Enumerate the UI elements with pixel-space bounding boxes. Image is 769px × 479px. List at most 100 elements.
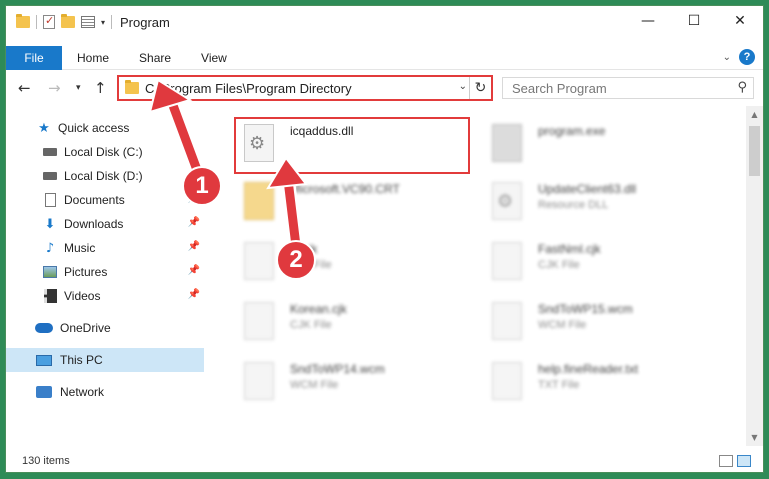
item-count: 130 items xyxy=(22,455,70,467)
pin-icon[interactable]: 📌 xyxy=(188,241,200,252)
network-icon xyxy=(34,384,54,400)
ribbon-right: ⌄ ? xyxy=(723,49,755,65)
search-placeholder: Search Program xyxy=(512,80,607,96)
file-item[interactable]: id.cjk CJK File xyxy=(230,232,470,288)
sidebar-item-label: Pictures xyxy=(64,265,108,279)
tab-home[interactable]: Home xyxy=(62,46,124,70)
sidebar-item-onedrive[interactable]: OneDrive xyxy=(6,316,204,340)
back-arrow-icon[interactable]: ← xyxy=(18,79,31,97)
sidebar-item-network[interactable]: Network xyxy=(6,380,204,404)
text-file-icon xyxy=(492,362,522,400)
tab-view[interactable]: View xyxy=(186,46,242,70)
close-button[interactable]: ✕ xyxy=(717,6,763,36)
file-name: SndToWP14.wcm xyxy=(290,362,385,376)
drive-icon xyxy=(42,144,58,160)
file-item[interactable]: SndToWP14.wcm WCM File xyxy=(230,352,470,408)
sidebar-item-label: Quick access xyxy=(58,121,130,135)
address-path: C:\Program Files\Program Directory xyxy=(145,80,352,96)
address-row: ← → ▾ ↑ C:\Program Files\Program Directo… xyxy=(6,75,763,101)
folder-icon xyxy=(244,182,274,220)
videos-icon xyxy=(42,288,58,304)
window-title: Program xyxy=(120,14,170,30)
up-arrow-icon[interactable]: ↑ xyxy=(94,79,107,97)
sidebar-item-label: Local Disk (D:) xyxy=(64,169,143,183)
maximize-button[interactable]: ☐ xyxy=(671,6,717,36)
file-name: program.exe xyxy=(538,124,606,138)
star-icon: ★ xyxy=(38,120,50,136)
sidebar-item-quick-access[interactable]: ★ Quick access xyxy=(6,116,204,140)
address-bar[interactable]: C:\Program Files\Program Directory ⌄ ↻ xyxy=(117,75,493,101)
file-type: CJK File xyxy=(538,259,580,271)
file-item[interactable]: FastNml.cjk CJK File xyxy=(478,232,718,288)
toolbar-divider xyxy=(36,15,37,29)
pin-icon[interactable]: 📌 xyxy=(188,265,200,276)
properties-check-icon[interactable] xyxy=(43,14,55,29)
sidebar-item-label: OneDrive xyxy=(60,321,111,335)
sidebar-item-music[interactable]: ♪ Music 📌 xyxy=(6,236,204,260)
scroll-up-icon[interactable]: ▲ xyxy=(746,106,763,123)
pin-icon[interactable]: 📌 xyxy=(188,217,200,228)
step-2-badge: 2 xyxy=(276,240,316,280)
tab-file[interactable]: File xyxy=(6,45,62,70)
music-icon: ♪ xyxy=(45,240,55,256)
details-view-icon[interactable] xyxy=(719,455,733,467)
file-item[interactable]: help.fineReader.txt TXT File xyxy=(478,352,718,408)
download-icon: ⬇ xyxy=(44,216,56,232)
refresh-icon[interactable]: ↻ xyxy=(469,77,491,99)
ribbon-tabs: File Home Share View ⌄ ? xyxy=(6,45,763,70)
large-icons-view-icon[interactable] xyxy=(737,455,751,467)
expand-ribbon-icon[interactable]: ⌄ xyxy=(723,52,731,63)
sidebar-item-label: Documents xyxy=(64,193,125,207)
chevron-down-icon[interactable]: ⌄ xyxy=(459,81,467,92)
tab-share[interactable]: Share xyxy=(124,46,186,70)
sidebar-item-pictures[interactable]: Pictures 📌 xyxy=(6,260,204,284)
scrollbar-thumb[interactable] xyxy=(749,126,760,176)
scroll-down-icon[interactable]: ▼ xyxy=(746,429,763,446)
status-bar: 130 items xyxy=(6,450,763,472)
folder-icon[interactable] xyxy=(16,14,30,28)
cloud-icon xyxy=(34,320,54,336)
dll-gear-icon xyxy=(492,182,522,220)
search-input[interactable]: Search Program ⚲ xyxy=(502,77,754,99)
forward-arrow-icon[interactable]: → xyxy=(48,79,61,97)
sidebar-item-documents[interactable]: Documents 📌 xyxy=(6,188,204,212)
new-folder-icon[interactable] xyxy=(61,14,75,28)
search-icon[interactable]: ⚲ xyxy=(737,80,747,95)
file-item[interactable]: SndToWP15.wcm WCM File xyxy=(478,292,718,348)
file-item[interactable]: Microsoft.VC90.CRT xyxy=(230,172,470,228)
file-name: UpdateClient63.dll xyxy=(538,182,637,196)
sidebar-item-local-disk-c[interactable]: Local Disk (C:) xyxy=(6,140,204,164)
file-item[interactable]: Korean.cjk CJK File xyxy=(230,292,470,348)
sidebar-item-videos[interactable]: Videos 📌 xyxy=(6,284,204,308)
pin-icon[interactable]: 📌 xyxy=(188,289,200,300)
file-icon xyxy=(244,302,274,340)
window-controls: — ☐ ✕ xyxy=(625,6,763,36)
customize-icon[interactable] xyxy=(81,16,95,28)
file-explorer-window: ▾ Program — ☐ ✕ File Home Share View ⌄ ?… xyxy=(5,5,764,473)
help-button[interactable]: ? xyxy=(739,49,755,65)
sidebar-item-local-disk-d[interactable]: Local Disk (D:) xyxy=(6,164,204,188)
file-type: Resource DLL xyxy=(538,199,609,211)
view-toggle xyxy=(719,455,751,467)
file-icon xyxy=(244,362,274,400)
title-bar: ▾ Program — ☐ ✕ xyxy=(6,6,763,38)
recent-locations-icon[interactable]: ▾ xyxy=(76,83,81,93)
sidebar-item-downloads[interactable]: ⬇ Downloads 📌 xyxy=(6,212,204,236)
file-icon xyxy=(492,302,522,340)
file-item[interactable]: program.exe xyxy=(478,114,718,170)
file-name: FastNml.cjk xyxy=(538,242,601,256)
vertical-scrollbar[interactable]: ▲ ▼ xyxy=(746,106,763,446)
quick-access-toolbar: ▾ xyxy=(6,14,113,29)
drive-icon xyxy=(42,168,58,184)
file-type: TXT File xyxy=(538,379,580,391)
sidebar-item-this-pc[interactable]: This PC xyxy=(6,348,204,372)
sidebar-item-label: Videos xyxy=(64,289,101,303)
sidebar-item-label: Music xyxy=(64,241,96,255)
file-item[interactable]: UpdateClient63.dll Resource DLL xyxy=(478,172,718,228)
sidebar-item-label: Downloads xyxy=(64,217,124,231)
file-name: help.fineReader.txt xyxy=(538,362,639,376)
file-type: WCM File xyxy=(538,319,587,331)
chevron-down-icon[interactable]: ▾ xyxy=(101,18,105,27)
sidebar-item-label: Network xyxy=(60,385,105,399)
minimize-button[interactable]: — xyxy=(625,6,671,36)
